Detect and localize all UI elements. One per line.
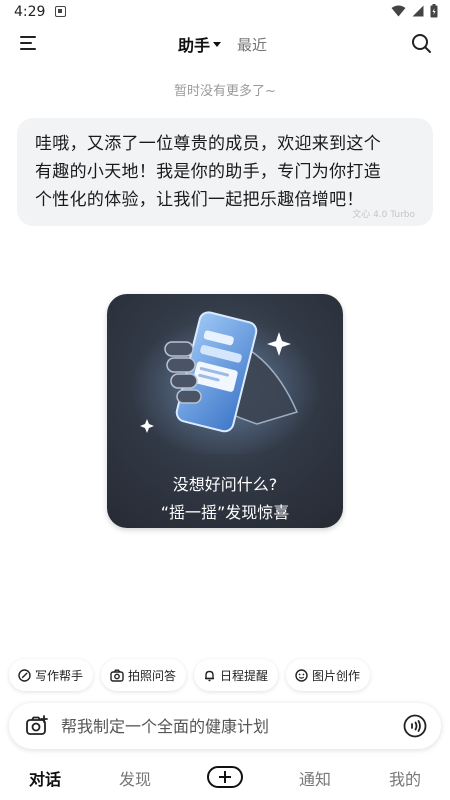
composer-bar [9,703,441,749]
chip-schedule-reminder-label: 日程提醒 [220,668,269,683]
hand-holding-phone-illustration [130,311,320,454]
tab-assistant[interactable]: 助手 [178,32,222,56]
shake-card-title: 没想好问什么? [172,475,278,494]
chip-writing-helper[interactable]: 写作帮手 [9,659,94,691]
voice-icon[interactable] [403,714,427,738]
no-more-hint: 暂时没有更多了~ [174,84,276,99]
chip-image-creation-label: 图片创作 [312,668,361,683]
nav-notifications[interactable]: 通知 [299,766,331,790]
plus-icon[interactable] [207,766,243,788]
chip-image-creation[interactable]: 图片创作 [286,659,371,691]
message-line-1: 哇哦，又添了一位尊贵的成员，欢迎来到这个 [35,134,381,154]
tab-assistant-label: 助手 [178,36,211,55]
shake-discover-card[interactable]: 没想好问什么? “摇一摇”发现惊喜 [107,294,343,528]
quick-actions: 写作帮手 拍照问答 日程提醒 图片创作 [9,659,371,691]
status-time: 4:29 [14,4,46,20]
app-screen: 4:29 助手 最近 暂时没有更多了~ 哇哦，又添了一位尊贵的成员，欢迎来到这个… [0,0,450,800]
pen-icon [18,668,31,682]
camera-icon [110,669,124,682]
image-smile-icon [295,668,308,682]
chip-writing-helper-label: 写作帮手 [35,668,84,683]
status-bar: 4:29 [0,0,450,26]
notification-app-icon [55,6,66,17]
camera-icon[interactable] [25,715,49,737]
nav-discover[interactable]: 发现 [119,766,151,790]
tab-recent[interactable]: 最近 [237,34,267,55]
model-tag: 文心 4.0 Turbo [352,210,415,220]
battery-icon [430,4,438,18]
assistant-message-bubble[interactable]: 哇哦，又添了一位尊贵的成员，欢迎来到这个 有趣的小天地！我是你的助手，专门为你打… [17,118,433,226]
nav-tabs: 助手 最近 [178,32,267,56]
signal-icon [412,5,424,17]
chip-photo-qa-label: 拍照问答 [128,668,177,683]
message-line-2: 有趣的小天地！我是你的助手，专门为你打造 [35,162,381,182]
wifi-icon [391,5,406,17]
prompt-input[interactable] [61,713,391,739]
status-icons [391,4,438,18]
search-icon[interactable] [410,32,432,54]
bottom-nav: 对话 发现 通知 我的 [0,760,450,796]
shake-card-subtitle: “摇一摇”发现惊喜 [160,503,290,522]
chip-photo-qa[interactable]: 拍照问答 [101,659,187,691]
chip-schedule-reminder[interactable]: 日程提醒 [194,659,279,691]
chevron-down-icon [213,41,222,47]
top-nav: 助手 最近 [0,26,450,60]
menu-icon[interactable] [20,35,38,51]
bell-icon [205,670,215,681]
nav-chat[interactable]: 对话 [29,766,61,790]
nav-profile[interactable]: 我的 [389,766,421,790]
